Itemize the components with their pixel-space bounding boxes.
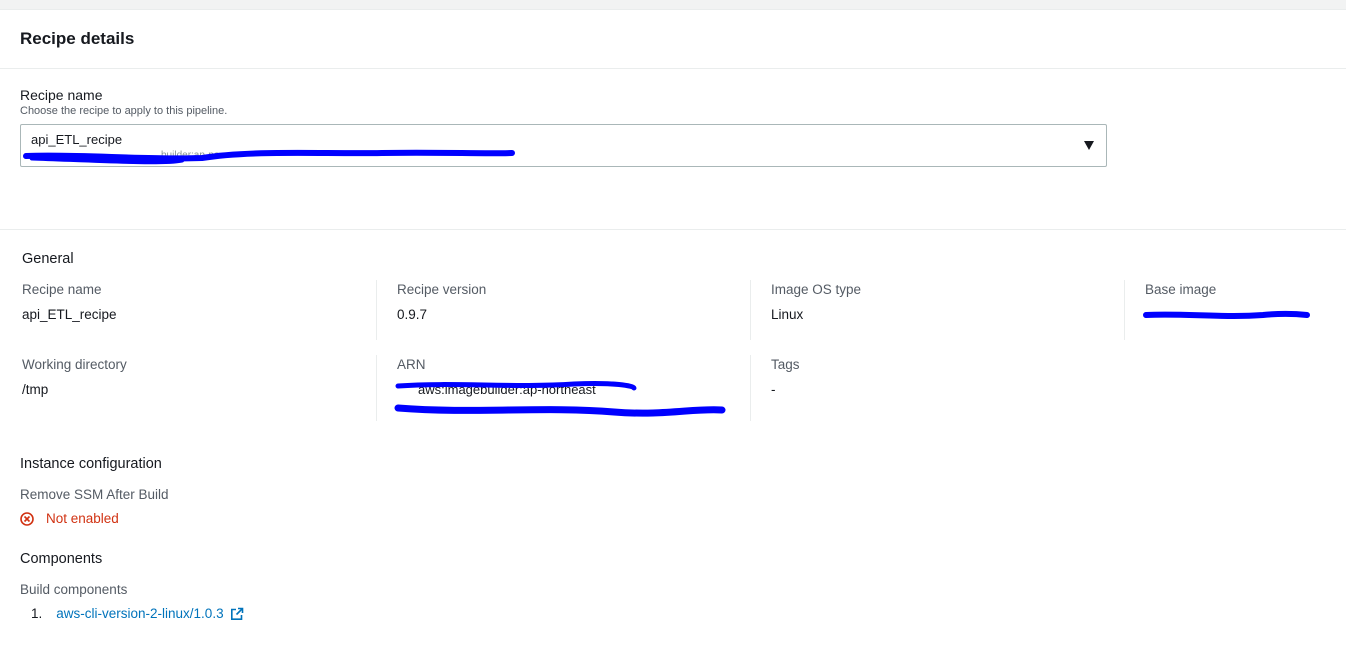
image-os-value: Linux xyxy=(771,307,804,322)
recipe-name-label: Recipe name xyxy=(20,87,103,103)
redaction-mark-select xyxy=(23,149,515,165)
remove-ssm-key: Remove SSM After Build xyxy=(20,487,169,502)
tags-value: - xyxy=(771,382,776,397)
base-image-key: Base image xyxy=(1145,282,1217,297)
recipe-select-value: api_ETL_recipe xyxy=(31,132,123,147)
component-link[interactable]: aws-cli-version-2-linux/1.0.3 xyxy=(56,606,223,621)
column-divider xyxy=(376,280,377,340)
tags-key: Tags xyxy=(771,357,800,372)
card-header: Recipe details xyxy=(0,10,1346,69)
recipe-name-key: Recipe name xyxy=(22,282,102,297)
list-item-number: 1. xyxy=(31,606,43,621)
general-title: General xyxy=(22,251,74,267)
build-components-key: Build components xyxy=(20,582,128,597)
list-item: 1. aws-cli-version-2-linux/1.0.3 xyxy=(31,606,244,621)
recipe-name-description: Choose the recipe to apply to this pipel… xyxy=(20,105,228,117)
redaction-mark-arn xyxy=(394,381,726,417)
remove-ssm-status: Not enabled xyxy=(20,511,119,526)
card-title: Recipe details xyxy=(20,29,135,48)
top-strip xyxy=(0,0,1346,10)
recipe-version-value: 0.9.7 xyxy=(397,307,428,322)
instance-config-title: Instance configuration xyxy=(20,456,162,472)
recipe-name-value: api_ETL_recipe xyxy=(22,307,117,322)
image-os-key: Image OS type xyxy=(771,282,862,297)
redaction-mark-base-image xyxy=(1143,310,1310,319)
arn-key: ARN xyxy=(397,357,426,372)
column-divider xyxy=(750,355,751,421)
x-circle-icon xyxy=(20,511,34,526)
chevron-down-icon xyxy=(1084,141,1094,150)
column-divider xyxy=(376,355,377,421)
recipe-version-key: Recipe version xyxy=(397,282,487,297)
components-title: Components xyxy=(20,551,103,567)
working-dir-value: /tmp xyxy=(22,382,49,397)
working-dir-key: Working directory xyxy=(22,357,127,372)
section-divider xyxy=(0,229,1346,230)
column-divider xyxy=(1124,280,1125,340)
column-divider xyxy=(750,280,751,340)
remove-ssm-value: Not enabled xyxy=(46,511,119,526)
external-link-icon[interactable] xyxy=(230,607,244,621)
